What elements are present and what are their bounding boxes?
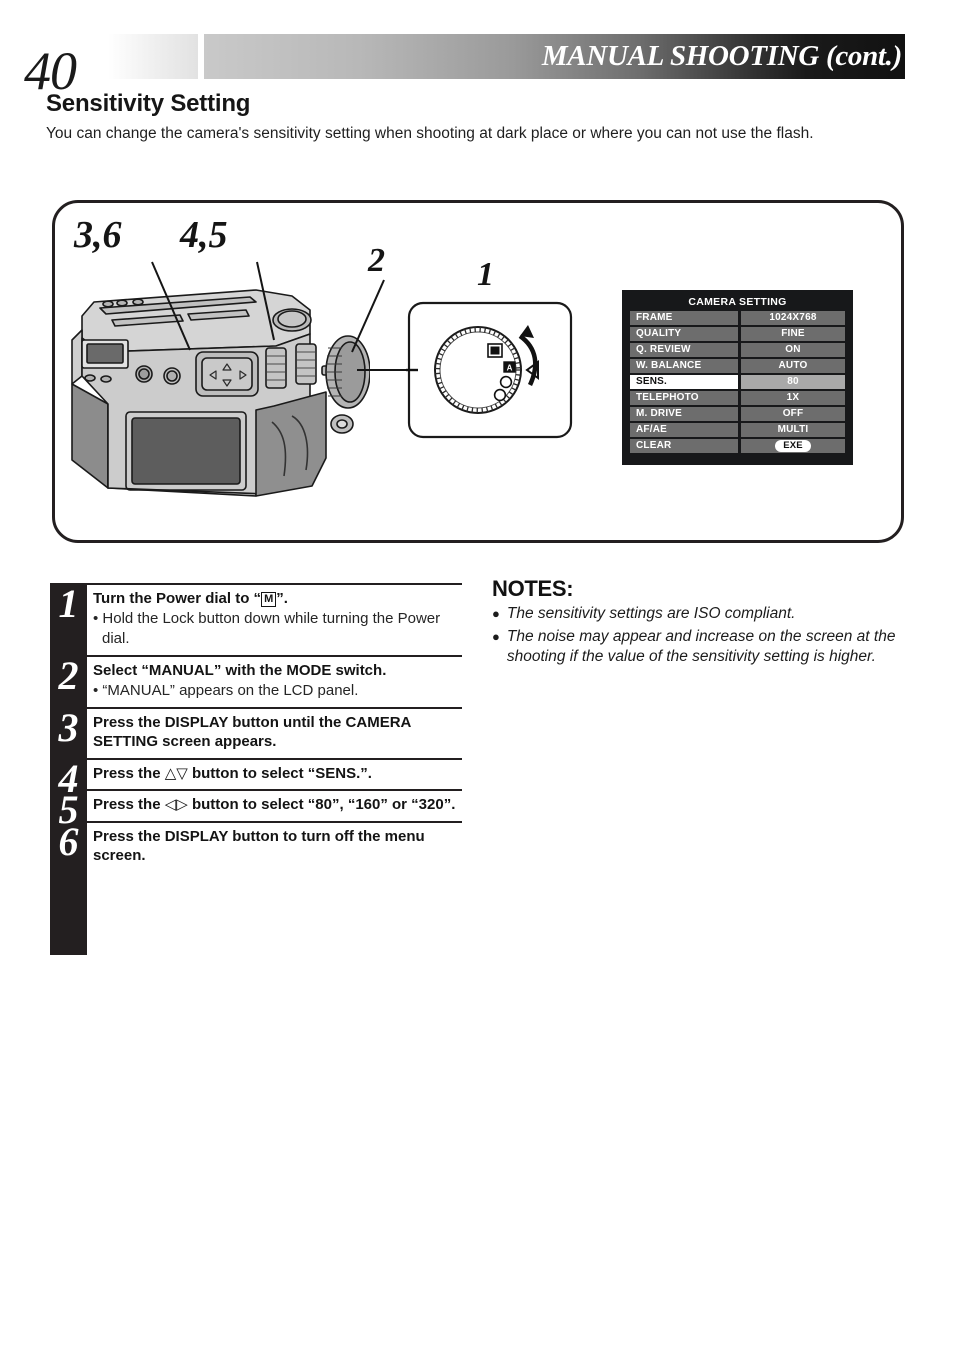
step-instruction-text-tail: ”. [276, 590, 288, 607]
svg-text:A: A [507, 364, 513, 373]
menu-row-label: AF/AE [630, 423, 738, 437]
menu-row-label: QUALITY [630, 327, 738, 341]
step-instruction: Press the ◁▷ button to select “80”, “160… [93, 795, 462, 815]
manual-mode-icon: M [261, 592, 277, 607]
menu-row-sens[interactable]: SENS. 80 [630, 375, 845, 389]
step-number: 2 [58, 653, 79, 698]
bullet-icon: ● [492, 606, 500, 621]
step-instruction-text: Press the [93, 796, 165, 814]
menu-row-label: FRAME [630, 311, 738, 325]
menu-row-af-ae[interactable]: AF/AE MULTI [630, 423, 845, 437]
step-instruction-text: Press the DISPLAY button until the CAMER… [93, 713, 411, 751]
notes-items: ● The sensitivity settings are ISO compli… [492, 604, 904, 668]
step-instruction: Press the △▽ button to select “SENS.”. [93, 764, 462, 784]
step-5: 5 Press the ◁▷ button to select “80”, “16… [59, 789, 462, 831]
step-number: 4 [58, 755, 79, 801]
step-instruction-text-tail: button to select “80”, “160” or “320”. [187, 796, 456, 814]
menu-row-value: AUTO [741, 359, 845, 373]
notes-section: NOTES: ● The sensitivity settings are ISO… [492, 576, 904, 668]
step-instruction: Select “MANUAL” with the MODE switch. [93, 661, 462, 681]
section-title: Sensitivity Setting [46, 90, 251, 117]
step-number: 5 [58, 787, 79, 833]
step-1: 1 Turn the Power dial to “M”. • Hold the L… [59, 583, 462, 655]
header-gradient-bar-left [108, 34, 198, 79]
menu-row-m-drive[interactable]: M. DRIVE OFF [630, 407, 845, 421]
menu-row-label: CLEAR [630, 439, 738, 453]
header-title: MANUAL SHOOTING (cont.) [541, 40, 902, 72]
menu-row-label: M. DRIVE [630, 407, 738, 421]
menu-row-value: 1024X768 [741, 311, 845, 325]
section-intro-text: You can change the camera's sensitivity … [46, 125, 814, 142]
step-instruction-text: Press the [93, 764, 165, 782]
page-header: 40 MANUAL SHOOTING (cont.) [0, 22, 954, 98]
step-2: 2 Select “MANUAL” with the MODE switch. • … [59, 655, 462, 707]
camera-setting-menu: CAMERA SETTING FRAME 1024X768 QUALITY FINE Q… [622, 290, 853, 465]
step-note: • “MANUAL” appears on the LCD panel. [93, 681, 359, 699]
step-note: • Hold the Lock button down while turnin… [93, 609, 441, 647]
notes-title: NOTES: [492, 576, 574, 601]
step-number: 6 [58, 818, 79, 864]
step-6: 6 Press the DISPLAY button to turn off th… [59, 820, 462, 872]
step-instruction: Press the DISPLAY button to turn off the… [93, 827, 462, 866]
menu-row-frame[interactable]: FRAME 1024X768 [630, 311, 845, 325]
step-number: 1 [58, 581, 79, 626]
step-number: 3 [58, 704, 79, 750]
power-dial-detail-illustration: A [406, 301, 573, 439]
note-item: ● The sensitivity settings are ISO compli… [492, 604, 904, 625]
camera-setting-menu-rows: FRAME 1024X768 QUALITY FINE Q. REVIEW ON W. BA… [630, 311, 845, 453]
menu-row-label: TELEPHOTO [630, 391, 738, 405]
direction-button-icon: ◁▷ [164, 795, 188, 814]
note-text: The sensitivity settings are ISO complia… [506, 605, 796, 622]
bullet-icon: ● [492, 628, 500, 644]
note-text: The noise may appear and increase on the… [506, 627, 896, 666]
step-instruction: Press the DISPLAY button until the CAMER… [93, 713, 462, 752]
menu-row-value: 1X [741, 391, 845, 405]
menu-row-quality[interactable]: QUALITY FINE [630, 327, 845, 341]
step-instruction: Turn the Power dial to “M”. [93, 589, 462, 609]
step-instruction-text: Turn the Power dial to “ [93, 590, 262, 607]
menu-row-value: OFF [741, 407, 845, 421]
menu-row-value: MULTI [741, 423, 845, 437]
step-instruction-text-tail: button to select “SENS.”. [187, 764, 372, 782]
menu-row-value: 80 [741, 375, 845, 389]
exe-button[interactable]: EXE [775, 440, 811, 452]
camera-setting-menu-title: CAMERA SETTING [688, 296, 787, 308]
menu-row-telephoto[interactable]: TELEPHOTO 1X [630, 391, 845, 405]
menu-row-value: FINE [741, 327, 845, 341]
menu-row-w-balance[interactable]: W. BALANCE AUTO [630, 359, 845, 373]
step-instruction-text: Select “MANUAL” with the MODE switch. [93, 662, 387, 679]
menu-row-value: ON [741, 343, 845, 357]
menu-row-value: EXE [741, 439, 845, 453]
step-4: 4 Press the △▽ button to select “SENS.”. [59, 757, 462, 799]
step-3: 3 Press the DISPLAY button until the CAME… [59, 706, 462, 758]
menu-row-label: Q. REVIEW [630, 343, 738, 357]
menu-row-label: W. BALANCE [630, 359, 738, 373]
menu-row-clear[interactable]: CLEAR EXE [630, 439, 845, 453]
step-instruction-text: Press the DISPLAY button to turn off the… [93, 827, 425, 865]
direction-button-icon: △▽ [164, 763, 188, 782]
menu-row-q-review[interactable]: Q. REVIEW ON [630, 343, 845, 357]
menu-row-label: SENS. [630, 375, 738, 389]
note-item: ● The noise may appear and increase on th… [492, 627, 904, 668]
steps-list: 1 Turn the Power dial to “M”. • Hold the L… [50, 583, 462, 872]
